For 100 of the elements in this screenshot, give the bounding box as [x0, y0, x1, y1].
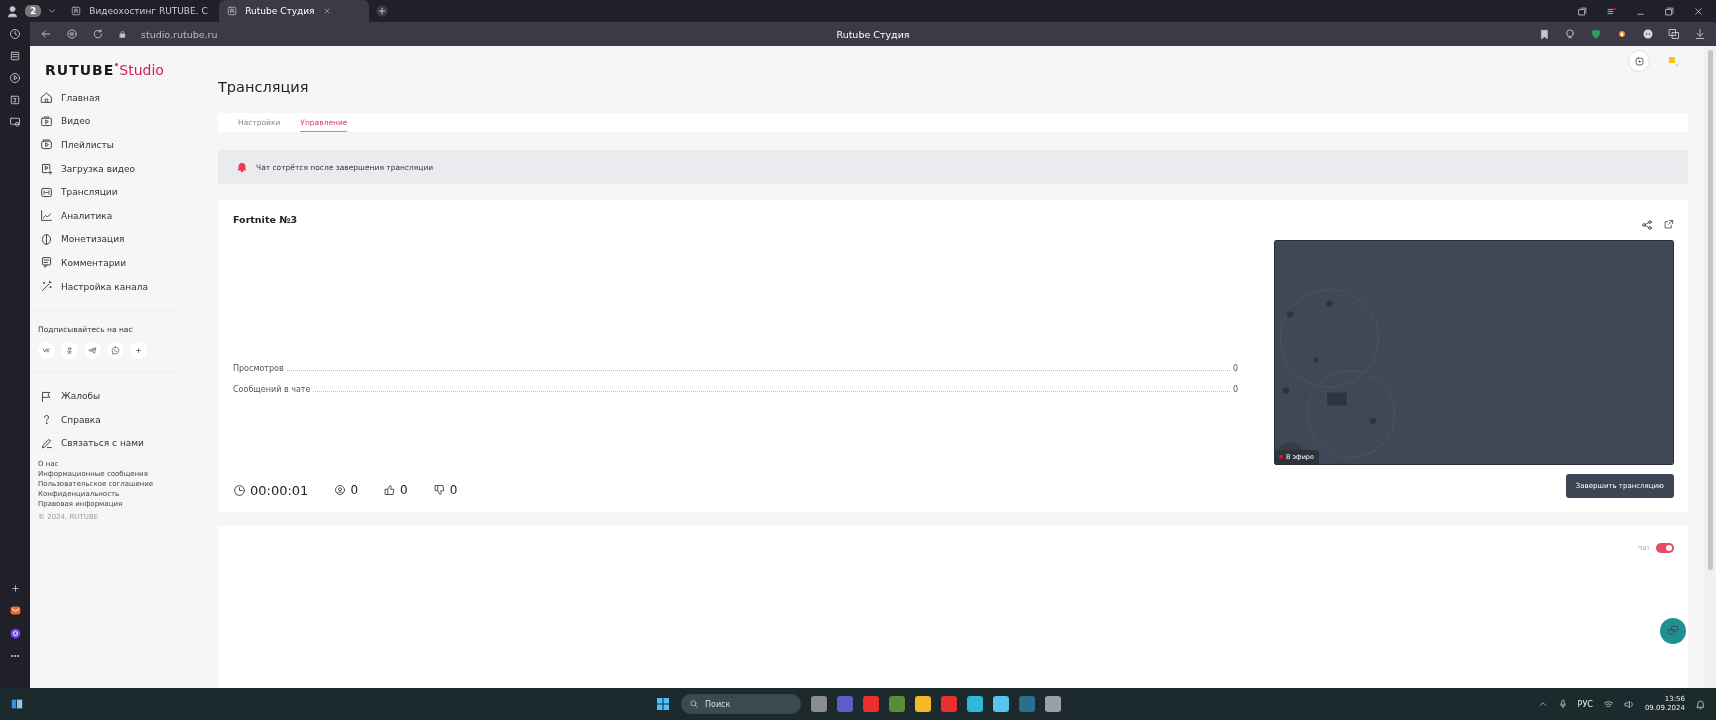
- comments-icon: [40, 256, 53, 270]
- telegram-icon: [88, 346, 97, 356]
- language-indicator[interactable]: РУС: [1577, 699, 1593, 709]
- scrollbar[interactable]: [1707, 50, 1713, 570]
- translate-icon[interactable]: [1668, 28, 1680, 40]
- odnoklassniki-button[interactable]: [61, 342, 78, 360]
- rutube-favicon-icon: [227, 6, 238, 16]
- reload-icon[interactable]: [92, 28, 104, 40]
- volume-icon[interactable]: [1623, 698, 1635, 710]
- sidebar-item[interactable]: Трансляции: [38, 180, 206, 204]
- upload-icon: [40, 162, 53, 176]
- plus-icon: [134, 346, 143, 356]
- assistant-icon[interactable]: [8, 627, 22, 640]
- open-external-button[interactable]: [1663, 219, 1674, 231]
- viewer-icon: [334, 484, 347, 497]
- stream-title: Fortnite №3: [233, 214, 299, 225]
- sidebar-item[interactable]: Загрузка видео: [38, 156, 206, 181]
- stat-label: Сообщений в чате: [233, 385, 311, 394]
- lightbulb-icon[interactable]: [1564, 28, 1576, 40]
- broadcast-icon: [40, 185, 53, 199]
- tab-count[interactable]: 2: [25, 5, 42, 17]
- notifications-button[interactable]: [1628, 50, 1650, 73]
- viber-icon: [111, 346, 120, 356]
- address-field[interactable]: studio.rutube.ru: [141, 28, 218, 40]
- shield-extension-icon[interactable]: [1590, 28, 1602, 40]
- share-button[interactable]: [1641, 219, 1653, 231]
- notification-bell-icon[interactable]: [1695, 698, 1706, 710]
- browser-tab[interactable]: Видеохостинг RUTUBE. С: [63, 0, 214, 22]
- stat-value: 0: [1232, 385, 1238, 394]
- back-icon[interactable]: [40, 28, 52, 40]
- like-count: 0: [400, 483, 408, 498]
- search-icon: [689, 699, 699, 709]
- share-icon: [1641, 219, 1653, 231]
- sidebar-item[interactable]: Главная: [38, 86, 206, 110]
- tabs-icon[interactable]: [1577, 5, 1588, 17]
- profile-icon[interactable]: [6, 4, 19, 18]
- wifi-icon[interactable]: [1602, 698, 1614, 710]
- sidebar-item[interactable]: Связаться с нами: [38, 431, 206, 456]
- new-tab-icon[interactable]: [375, 4, 390, 18]
- page-heading: Трансляция: [218, 78, 310, 95]
- bell-icon: [236, 161, 248, 174]
- widgets-icon[interactable]: [10, 697, 24, 711]
- close-icon[interactable]: [1693, 5, 1704, 17]
- stat-label: Просмотров: [233, 364, 284, 373]
- chat-icon: [1667, 625, 1679, 637]
- logo-subtitle[interactable]: Studio: [119, 62, 164, 78]
- chevron-up-icon[interactable]: [1537, 699, 1548, 709]
- menu-icon[interactable]: [1606, 5, 1617, 17]
- lock-icon: [118, 29, 127, 39]
- sidebar-item[interactable]: Справка: [38, 407, 206, 432]
- thumbs-down-icon: [433, 484, 446, 497]
- plus-icon[interactable]: [9, 583, 21, 594]
- rutube-favicon-icon: [71, 6, 82, 16]
- viewer-count: 0: [350, 483, 359, 498]
- notes-icon[interactable]: [9, 50, 21, 62]
- sidebar-item[interactable]: Комментарии: [38, 251, 206, 275]
- thumbs-up-icon: [384, 484, 397, 497]
- square-icon: [1633, 55, 1645, 67]
- start-icon[interactable]: [655, 696, 671, 712]
- history-icon[interactable]: [9, 28, 21, 40]
- coin-icon: [40, 232, 53, 246]
- play-circle-icon[interactable]: [9, 72, 21, 84]
- clock-icon: [233, 484, 246, 497]
- logo-text[interactable]: RUTUBE: [45, 62, 115, 78]
- stat-value: 0: [1232, 364, 1238, 373]
- robot-icon[interactable]: [1642, 28, 1654, 40]
- external-link-icon: [1663, 219, 1674, 231]
- mail-icon[interactable]: [8, 604, 22, 617]
- plus-button[interactable]: [130, 342, 147, 360]
- dislike-count: 0: [449, 483, 458, 498]
- puzzle-icon[interactable]: [1616, 28, 1628, 40]
- flag-icon: [40, 389, 53, 403]
- chart-icon: [40, 209, 53, 223]
- video-icon: [40, 114, 53, 128]
- bookmark-icon[interactable]: [1539, 28, 1550, 40]
- viber-button[interactable]: [107, 342, 124, 360]
- vk-icon: [42, 346, 51, 356]
- close-icon[interactable]: [322, 7, 331, 15]
- screen-icon[interactable]: [9, 116, 21, 128]
- sidebar-item[interactable]: Аналитика: [38, 203, 206, 228]
- microphone-icon[interactable]: [1557, 699, 1568, 709]
- pencil-icon: [40, 436, 53, 450]
- magic-wand-icon: [40, 280, 53, 294]
- browser-tab[interactable]: Rutube Студия: [219, 0, 370, 22]
- sidebar-item[interactable]: Монетизация: [38, 227, 206, 252]
- restore-icon[interactable]: [1664, 5, 1675, 17]
- calendar-icon[interactable]: [9, 94, 21, 106]
- chevron-down-icon[interactable]: [47, 6, 58, 16]
- playlist-icon: [40, 138, 53, 152]
- chat-toggle[interactable]: [1656, 543, 1674, 553]
- sidebar-item[interactable]: Настройка канала: [38, 274, 206, 299]
- sidebar-item[interactable]: Плейлисты: [38, 133, 206, 157]
- download-icon[interactable]: [1694, 28, 1706, 40]
- duration: 00:00:01: [250, 483, 309, 498]
- sidebar-item[interactable]: Жалобы: [38, 384, 206, 408]
- odnoklassniki-icon: [65, 346, 74, 356]
- sidebar-item[interactable]: Видео: [38, 109, 206, 134]
- telegram-button[interactable]: [84, 342, 101, 360]
- taskbar-search[interactable]: Поиск: [681, 694, 801, 714]
- shield-icon[interactable]: [66, 28, 78, 40]
